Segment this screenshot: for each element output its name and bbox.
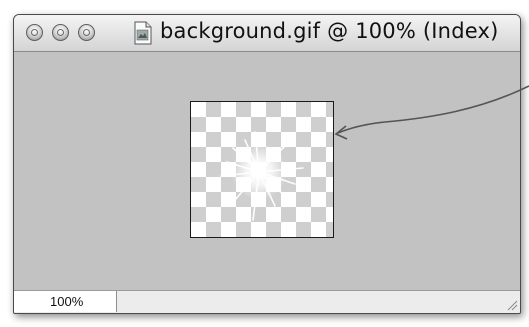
resize-grip-icon[interactable] [506,299,518,311]
window-title: background.gif @ 100% (Index) [160,19,499,43]
close-icon[interactable] [26,24,43,41]
sparkle-graphic [220,131,304,221]
image-preview[interactable] [190,101,334,238]
canvas-area[interactable] [14,52,520,291]
document-window: background.gif @ 100% (Index) 100% [13,14,521,314]
title-bar[interactable]: background.gif @ 100% (Index) [14,15,520,52]
status-bar: 100% [14,290,520,313]
minimize-icon[interactable] [52,24,69,41]
zoom-icon[interactable] [78,24,95,41]
gif-document-icon [134,21,152,45]
zoom-level-field[interactable]: 100% [14,291,117,312]
